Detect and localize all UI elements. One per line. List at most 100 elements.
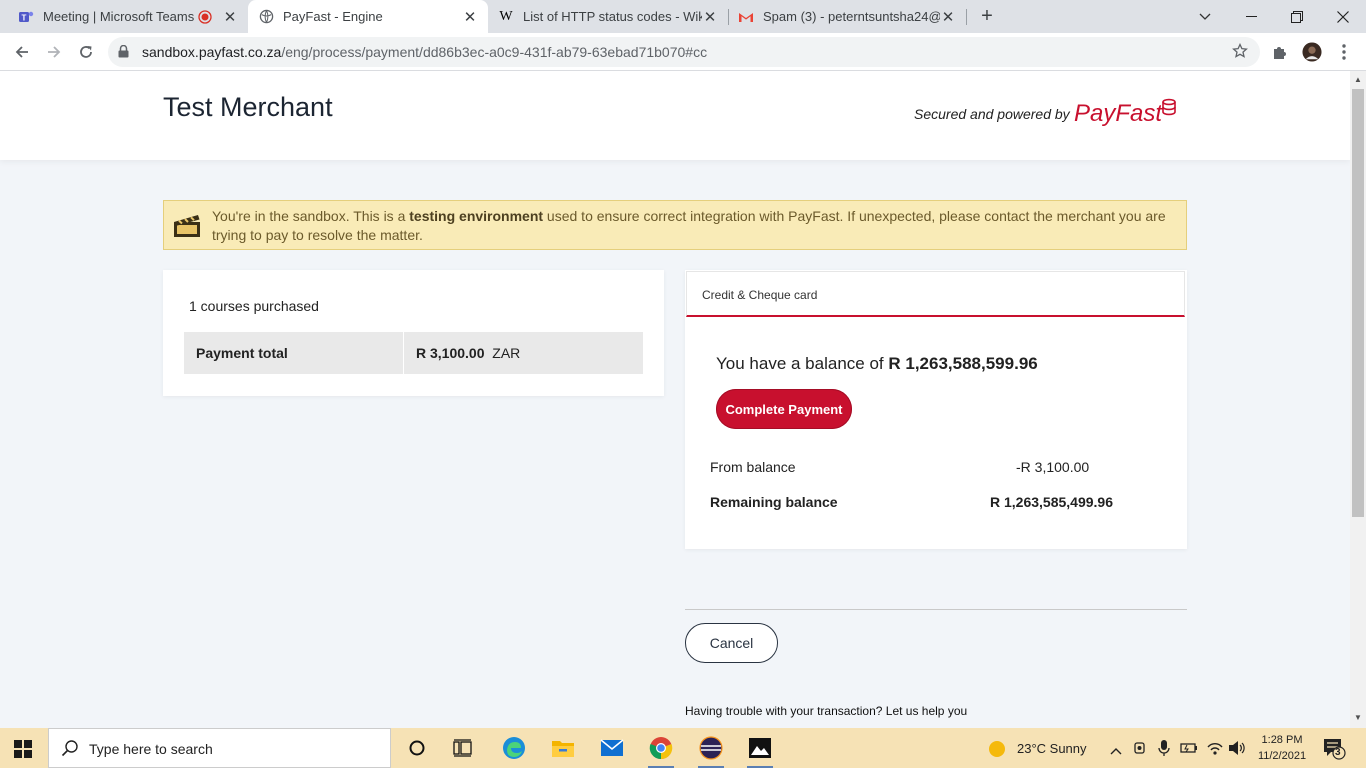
file-explorer-icon[interactable] xyxy=(548,734,578,762)
close-icon[interactable]: ✕ xyxy=(940,8,956,26)
profile-avatar[interactable] xyxy=(1302,42,1322,62)
order-description: 1 courses purchased xyxy=(189,298,319,314)
divider xyxy=(685,609,1187,610)
weather-text[interactable]: 23°C Sunny xyxy=(1017,741,1087,756)
remaining-balance-value: R 1,263,585,499.96 xyxy=(990,494,1113,510)
url-text: sandbox.payfast.co.za/eng/process/paymen… xyxy=(142,44,707,60)
bookmark-star-icon[interactable] xyxy=(1232,42,1248,64)
tab-payfast[interactable]: PayFast - Engine ✕ xyxy=(248,0,488,33)
payment-total-label: Payment total xyxy=(184,332,404,374)
close-icon[interactable]: ✕ xyxy=(222,8,238,26)
payment-total-row: Payment total R 3,100.00 ZAR xyxy=(184,332,643,374)
tab-title: Spam (3) - peterntsuntsha24@gm xyxy=(763,9,940,24)
help-link[interactable]: Having trouble with your transaction? Le… xyxy=(685,704,967,718)
notification-count: 3 xyxy=(1335,747,1341,758)
svg-text:T: T xyxy=(22,13,27,22)
order-summary-card: 1 courses purchased Payment total R 3,10… xyxy=(163,270,664,396)
minimize-button[interactable] xyxy=(1228,0,1274,33)
system-clock[interactable]: 1:28 PM 11/2/2021 xyxy=(1254,732,1310,764)
page-viewport: Test Merchant Secured and powered by Pay… xyxy=(0,71,1350,728)
sandbox-alert: You're in the sandbox. This is a testing… xyxy=(163,200,1187,250)
battery-icon[interactable] xyxy=(1180,741,1198,760)
alert-text-start: You're in the sandbox. This is a xyxy=(212,208,410,224)
meet-now-icon[interactable] xyxy=(1134,740,1148,761)
globe-icon xyxy=(258,9,274,25)
address-bar[interactable]: sandbox.payfast.co.za/eng/process/paymen… xyxy=(108,37,1260,67)
payfast-logo: PayFast xyxy=(1074,97,1178,132)
scroll-up-arrow-icon[interactable]: ▲ xyxy=(1354,75,1362,84)
extensions-puzzle-icon[interactable] xyxy=(1270,42,1290,62)
wifi-icon[interactable] xyxy=(1206,740,1224,761)
search-icon xyxy=(61,739,79,762)
merchant-name: Test Merchant xyxy=(163,92,333,122)
url-path: /eng/process/payment/dd86b3ec-a0c9-431f-… xyxy=(281,44,708,60)
clock-date: 11/2/2021 xyxy=(1257,750,1307,762)
windows-start-icon[interactable] xyxy=(14,740,32,763)
chrome-icon[interactable] xyxy=(646,734,676,768)
teams-icon: T xyxy=(18,9,34,25)
volume-icon[interactable] xyxy=(1228,740,1246,761)
sandbox-clapper-icon xyxy=(172,213,202,244)
scrollbar-thumb[interactable] xyxy=(1352,89,1364,517)
browser-toolbar: sandbox.payfast.co.za/eng/process/paymen… xyxy=(0,33,1366,71)
tray-chevron-up-icon[interactable] xyxy=(1110,742,1122,760)
close-icon[interactable]: ✕ xyxy=(462,8,478,26)
payment-currency: ZAR xyxy=(492,345,521,361)
browser-menu-icon[interactable] xyxy=(1334,42,1354,62)
balance-line: You have a balance of R 1,263,588,599.96 xyxy=(716,354,1038,374)
microphone-icon[interactable] xyxy=(1158,739,1170,762)
url-host: sandbox.payfast.co.za xyxy=(142,44,282,60)
balance-amount: R 1,263,588,599.96 xyxy=(888,354,1038,373)
browser-tab-strip: T Meeting | Microsoft Teams ✕ PayFast - … xyxy=(0,0,1366,33)
gmail-icon xyxy=(738,9,754,25)
tab-credit-cheque-card[interactable]: Credit & Cheque card xyxy=(686,271,1185,317)
remaining-balance-label: Remaining balance xyxy=(710,494,838,510)
payment-total-value: R 3,100.00 ZAR xyxy=(404,332,532,374)
photos-icon[interactable] xyxy=(745,734,775,768)
mail-icon[interactable] xyxy=(597,734,627,762)
taskbar-search-box[interactable]: Type here to search xyxy=(48,728,391,768)
payment-card: Credit & Cheque card You have a balance … xyxy=(685,270,1187,549)
search-placeholder: Type here to search xyxy=(89,741,213,757)
tab-search-chevron-icon[interactable] xyxy=(1182,0,1228,33)
tab-gmail[interactable]: Spam (3) - peterntsuntsha24@gm ✕ xyxy=(728,0,966,33)
task-view-icon[interactable] xyxy=(448,734,478,762)
back-button[interactable] xyxy=(9,39,35,65)
from-balance-label: From balance xyxy=(710,459,796,475)
tab-title: List of HTTP status codes - Wikip xyxy=(523,9,702,24)
forward-button[interactable] xyxy=(41,39,67,65)
from-balance-row: From balance -R 3,100.00 xyxy=(710,459,1170,475)
edge-icon[interactable] xyxy=(499,734,529,762)
payfast-logo-text: PayFast xyxy=(1074,100,1163,127)
new-tab-button[interactable]: + xyxy=(976,5,998,27)
complete-payment-button[interactable]: Complete Payment xyxy=(716,389,852,429)
remaining-balance-row: Remaining balance R 1,263,585,499.96 xyxy=(710,494,1170,510)
alert-text-bold: testing environment xyxy=(409,208,544,224)
window-close-button[interactable] xyxy=(1320,0,1366,33)
balance-prefix: You have a balance of xyxy=(716,354,884,373)
windows-taskbar: Type here to search 23°C Sunny 1:28 PM 1… xyxy=(0,728,1366,768)
tab-teams[interactable]: T Meeting | Microsoft Teams ✕ xyxy=(8,0,248,33)
notifications-icon[interactable]: 3 xyxy=(1323,738,1347,765)
scroll-down-arrow-icon[interactable]: ▼ xyxy=(1354,713,1362,722)
tab-separator xyxy=(966,9,967,25)
tab-wikipedia[interactable]: W List of HTTP status codes - Wikip ✕ xyxy=(488,0,728,33)
weather-sun-icon[interactable] xyxy=(988,740,1006,763)
wikipedia-icon: W xyxy=(499,8,513,24)
restore-button[interactable] xyxy=(1274,0,1320,33)
cancel-button[interactable]: Cancel xyxy=(685,623,778,663)
tab-title: PayFast - Engine xyxy=(283,9,383,24)
page-scrollbar[interactable]: ▲ ▼ xyxy=(1350,71,1366,728)
from-balance-value: -R 3,100.00 xyxy=(1016,459,1090,475)
lock-icon[interactable] xyxy=(118,44,129,63)
tab-title: Meeting | Microsoft Teams xyxy=(43,9,195,24)
recording-icon xyxy=(198,9,212,24)
reload-button[interactable] xyxy=(73,39,99,65)
cortana-icon[interactable] xyxy=(402,734,432,762)
eclipse-icon[interactable] xyxy=(696,734,726,768)
payment-method-label: Credit & Cheque card xyxy=(702,288,818,302)
close-icon[interactable]: ✕ xyxy=(702,8,718,26)
secured-by-text: Secured and powered by xyxy=(914,106,1070,122)
merchant-header: Test Merchant Secured and powered by Pay… xyxy=(0,71,1350,160)
clock-time: 1:28 PM xyxy=(1261,734,1303,746)
